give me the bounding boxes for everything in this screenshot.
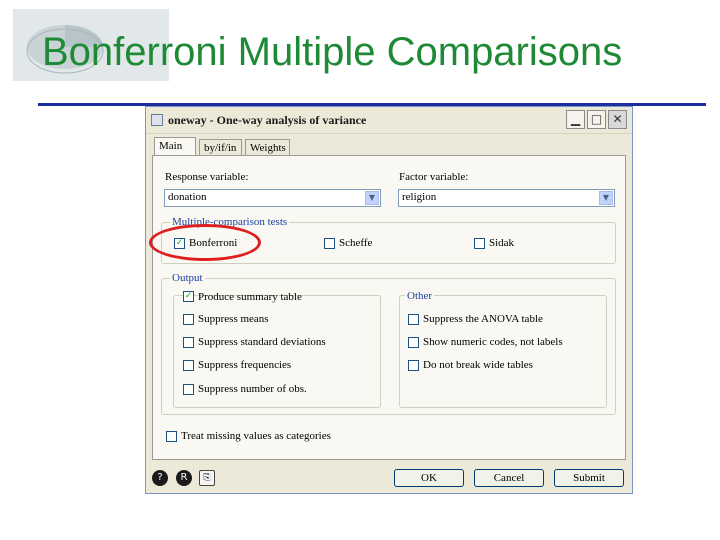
cancel-button[interactable]: Cancel — [474, 469, 544, 487]
maximize-button[interactable]: □ — [587, 110, 606, 129]
copy-icon[interactable]: ⎘ — [199, 470, 215, 486]
factor-variable-value: religion — [402, 191, 437, 203]
sidak-label: Sidak — [489, 237, 515, 249]
treat-missing-label: Treat missing values as categories — [181, 430, 331, 442]
suppress-std-dev-label: Suppress standard deviations — [198, 336, 326, 348]
show-numeric-codes-checkbox[interactable] — [408, 337, 419, 348]
factor-variable-label: Factor variable: — [399, 171, 469, 183]
response-variable-value: donation — [168, 191, 207, 203]
bonferroni-highlight — [149, 224, 261, 261]
maximize-icon: □ — [590, 112, 603, 126]
other-group — [399, 295, 607, 408]
suppress-means-checkbox[interactable] — [183, 314, 194, 325]
tab-main[interactable]: Main — [154, 137, 196, 157]
other-label: Other — [405, 290, 435, 302]
dialog-title: oneway - One-way analysis of variance — [168, 113, 367, 127]
suppress-frequencies-checkbox[interactable] — [183, 360, 194, 371]
suppress-std-dev-checkbox[interactable] — [183, 337, 194, 348]
factor-variable-combo[interactable]: religion ▼ — [398, 189, 615, 207]
treat-missing-checkbox[interactable] — [166, 431, 177, 442]
slide-title: Bonferroni Multiple Comparisons — [42, 30, 623, 74]
suppress-means-label: Suppress means — [198, 313, 269, 325]
scheffe-label: Scheffe — [339, 237, 373, 249]
reset-icon[interactable]: R — [176, 470, 192, 486]
scheffe-checkbox[interactable] — [324, 238, 335, 249]
close-button[interactable]: ✕ — [608, 110, 627, 129]
minimize-button[interactable]: ▁ — [566, 110, 585, 129]
output-label: Output — [170, 272, 205, 284]
suppress-number-obs-checkbox[interactable] — [183, 384, 194, 395]
response-variable-combo[interactable]: donation ▼ — [164, 189, 381, 207]
no-break-wide-checkbox[interactable] — [408, 360, 419, 371]
ok-button[interactable]: OK — [394, 469, 464, 487]
sidak-checkbox[interactable] — [474, 238, 485, 249]
chevron-down-icon[interactable]: ▼ — [599, 191, 613, 205]
submit-button[interactable]: Submit — [554, 469, 624, 487]
minimize-icon: ▁ — [570, 112, 581, 126]
suppress-number-obs-label: Suppress number of obs. — [198, 383, 307, 395]
suppress-frequencies-label: Suppress frequencies — [198, 359, 292, 371]
show-numeric-codes-label: Show numeric codes, not labels — [423, 336, 563, 348]
checkmark-icon: ✓ — [184, 291, 193, 301]
response-variable-label: Response variable: — [165, 171, 249, 183]
dialog-window-icon — [151, 114, 163, 126]
close-icon: ✕ — [612, 112, 623, 126]
suppress-anova-label: Suppress the ANOVA table — [423, 313, 543, 325]
chevron-down-icon[interactable]: ▼ — [365, 191, 379, 205]
oneway-dialog: oneway - One-way analysis of variance ▁ … — [145, 106, 633, 494]
produce-summary-table-checkbox[interactable]: ✓ — [183, 291, 194, 302]
produce-summary-table-label: Produce summary table — [198, 291, 302, 303]
suppress-anova-checkbox[interactable] — [408, 314, 419, 325]
help-icon[interactable]: ? — [152, 470, 168, 486]
dialog-titlebar[interactable]: oneway - One-way analysis of variance ▁ … — [146, 107, 632, 134]
no-break-wide-label: Do not break wide tables — [423, 359, 533, 371]
